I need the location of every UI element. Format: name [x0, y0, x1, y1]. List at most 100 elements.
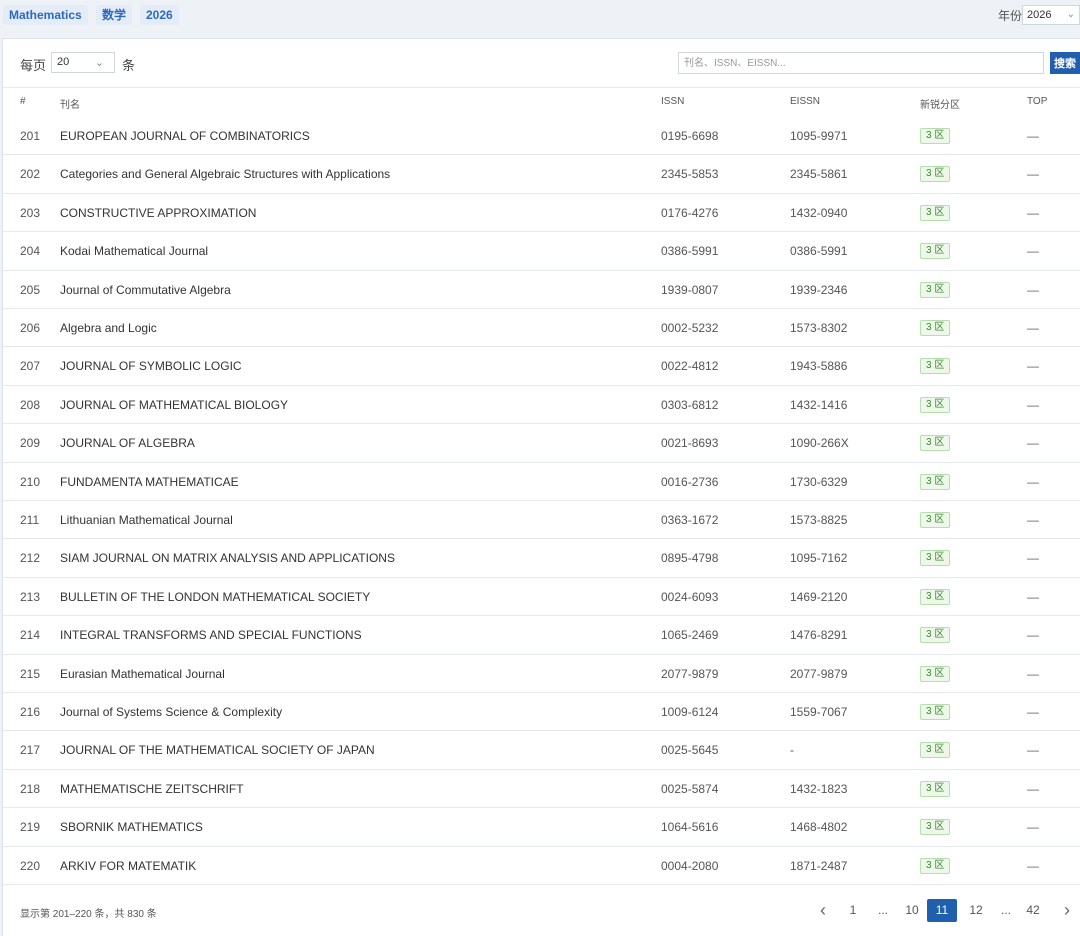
col-header-zone[interactable]: 新锐分区	[920, 96, 960, 111]
table-row[interactable]: 214 INTEGRAL TRANSFORMS AND SPECIAL FUNCT…	[3, 616, 1080, 655]
journal-eissn: 1432-1823	[790, 781, 848, 796]
journal-title[interactable]: Categories and General Algebraic Structu…	[60, 167, 390, 181]
search-button[interactable]: 搜索	[1050, 52, 1080, 74]
table-row[interactable]: 220 ARKIV FOR MATEMATIK 0004-2080 1871-2487…	[3, 847, 1080, 885]
journal-title[interactable]: JOURNAL OF ALGEBRA	[60, 436, 195, 450]
zone-cell: 3 区	[920, 549, 951, 567]
table-row[interactable]: 211 Lithuanian Mathematical Journal 0363-1…	[3, 501, 1080, 540]
table-row[interactable]: 217 JOURNAL OF THE MATHEMATICAL SOCIETY O…	[3, 731, 1080, 770]
table-row[interactable]: 207 JOURNAL OF SYMBOLIC LOGIC 0022-4812 194…	[3, 347, 1080, 386]
table-row[interactable]: 203 CONSTRUCTIVE APPROXIMATION 0176-4276 14…	[3, 194, 1080, 233]
zone-cell: 3 区	[920, 780, 951, 797]
col-header-top[interactable]: TOP	[1027, 96, 1047, 107]
journal-title[interactable]: FUNDAMENTA MATHEMATICAE	[60, 475, 239, 489]
col-header-title[interactable]: 刊名	[60, 96, 80, 111]
journal-title[interactable]: INTEGRAL TRANSFORMS AND SPECIAL FUNCTION…	[60, 628, 362, 642]
table-row[interactable]: 208 JOURNAL OF MATHEMATICAL BIOLOGY 0303-6…	[3, 386, 1080, 425]
journal-issn: 0303-6812	[661, 397, 719, 412]
row-number: 217	[20, 743, 41, 758]
zone-badge: 3 区	[920, 358, 951, 375]
zone-cell: 3 区	[920, 741, 951, 759]
page-button[interactable]: 10	[904, 899, 920, 922]
table-row[interactable]: 206 Algebra and Logic 0002-5232 1573-8302 3 …	[3, 309, 1080, 348]
col-header-eissn[interactable]: EISSN	[790, 96, 820, 107]
journal-title[interactable]: SBORNIK MATHEMATICS	[60, 820, 203, 834]
table-row[interactable]: 216 Journal of Systems Science & Complexi…	[3, 693, 1080, 732]
journal-title[interactable]: JOURNAL OF MATHEMATICAL BIOLOGY	[60, 398, 288, 412]
table-row[interactable]: 215 Eurasian Mathematical Journal 2077-987…	[3, 655, 1080, 693]
journal-eissn: 1095-7162	[790, 551, 848, 566]
table-row[interactable]: 202 Categories and General Algebraic Stru…	[3, 155, 1080, 194]
per-page-select[interactable]: 20 ⌄	[51, 52, 115, 73]
zone-cell: 3 区	[920, 127, 951, 144]
table-row[interactable]: 218 MATHEMATISCHE ZEITSCHRIFT 0025-5874 143…	[3, 770, 1080, 809]
journal-eissn: 1559-7067	[790, 705, 848, 719]
zone-cell: 3 区	[920, 626, 951, 644]
tag-subject-en[interactable]: Mathematics	[3, 5, 88, 25]
page-button-current[interactable]: 11	[927, 899, 957, 922]
year-select[interactable]: 2026 ⌄	[1022, 5, 1080, 25]
journal-title[interactable]: ARKIV FOR MATEMATIK	[60, 859, 196, 873]
journal-title[interactable]: Journal of Commutative Algebra	[60, 283, 231, 297]
zone-cell: 3 区	[920, 434, 951, 452]
table-row[interactable]: 205 Journal of Commutative Algebra 1939-08…	[3, 271, 1080, 309]
top-flag: —	[1027, 167, 1039, 182]
journal-eissn: 1095-9971	[790, 129, 848, 143]
chevron-left-icon[interactable]: ‹	[815, 899, 831, 922]
table-row[interactable]: 219 SBORNIK MATHEMATICS 1064-5616 1468-4802…	[3, 808, 1080, 847]
page-button[interactable]: 12	[968, 899, 984, 922]
row-number: 201	[20, 129, 41, 143]
page-button[interactable]: 42	[1025, 899, 1041, 922]
row-number: 204	[20, 244, 41, 259]
journal-title[interactable]: Kodai Mathematical Journal	[60, 244, 208, 258]
tag-subject-zh[interactable]: 数学	[96, 5, 133, 25]
table-row[interactable]: 213 BULLETIN OF THE LONDON MATHEMATICAL S…	[3, 578, 1080, 617]
top-flag: —	[1027, 628, 1039, 643]
zone-badge: 3 区	[920, 550, 951, 567]
zone-cell: 3 区	[920, 473, 951, 490]
journal-title[interactable]: Lithuanian Mathematical Journal	[60, 513, 233, 527]
journal-title[interactable]: MATHEMATISCHE ZEITSCHRIFT	[60, 782, 244, 796]
journal-title[interactable]: Journal of Systems Science & Complexity	[60, 705, 282, 719]
journal-issn: 0025-5874	[661, 781, 719, 796]
journal-title[interactable]: Algebra and Logic	[60, 321, 157, 335]
journal-title[interactable]: EUROPEAN JOURNAL OF COMBINATORICS	[60, 129, 310, 143]
table-row[interactable]: 201 EUROPEAN JOURNAL OF COMBINATORICS 0195…	[3, 117, 1080, 156]
journal-title[interactable]: Eurasian Mathematical Journal	[60, 667, 225, 681]
journal-title[interactable]: CONSTRUCTIVE APPROXIMATION	[60, 206, 256, 220]
col-header-issn[interactable]: ISSN	[661, 96, 684, 107]
top-flag: —	[1027, 282, 1039, 297]
zone-badge: 3 区	[920, 166, 951, 183]
table-row[interactable]: 209 JOURNAL OF ALGEBRA 0021-8693 1090-266X 3…	[3, 424, 1080, 463]
journal-title[interactable]: JOURNAL OF SYMBOLIC LOGIC	[60, 359, 242, 373]
journal-table-panel: 每页 20 ⌄ 条 搜索 # 刊名 ISSN EISSN 新锐分区 TOP 20…	[2, 38, 1080, 936]
journal-title[interactable]: SIAM JOURNAL ON MATRIX ANALYSIS AND APPL…	[60, 551, 395, 565]
per-page-label: 每页	[20, 58, 47, 73]
row-number: 216	[20, 705, 41, 719]
top-flag: —	[1027, 858, 1039, 873]
chevron-down-icon: ⌄	[1066, 9, 1075, 20]
row-number: 213	[20, 589, 41, 604]
tag-year[interactable]: 2026	[140, 5, 179, 25]
search-input[interactable]	[678, 52, 1044, 74]
row-number: 212	[20, 551, 41, 566]
chevron-right-icon[interactable]: ›	[1059, 899, 1075, 922]
journal-eissn: 1469-2120	[790, 589, 848, 604]
top-flag: —	[1027, 743, 1039, 758]
journal-eissn: 1432-1416	[790, 397, 848, 412]
table-row[interactable]: 210 FUNDAMENTA MATHEMATICAE 0016-2736 1730-…	[3, 463, 1080, 501]
journal-issn: 0024-6093	[661, 589, 719, 604]
table-row[interactable]: 212 SIAM JOURNAL ON MATRIX ANALYSIS AND A…	[3, 539, 1080, 578]
filter-tags-bar: Mathematics 数学 2026 年份 2026 ⌄	[0, 0, 1080, 36]
top-flag: —	[1027, 397, 1039, 412]
journal-eissn: 1939-2346	[790, 282, 848, 297]
table-row[interactable]: 204 Kodai Mathematical Journal 0386-5991 03…	[3, 232, 1080, 271]
journal-eissn: 2345-5861	[790, 167, 848, 182]
journal-title[interactable]: JOURNAL OF THE MATHEMATICAL SOCIETY OF J…	[60, 743, 375, 757]
zone-cell: 3 区	[920, 703, 951, 720]
zone-badge: 3 区	[920, 704, 951, 720]
zone-cell: 3 区	[920, 319, 951, 336]
journal-title[interactable]: BULLETIN OF THE LONDON MATHEMATICAL SOCI…	[60, 590, 370, 604]
page-button[interactable]: 1	[845, 899, 861, 922]
table-footer: 显示第 201–220 条，共 830 条 ‹ 1... 10 11 12... 42 ›	[3, 884, 1080, 936]
